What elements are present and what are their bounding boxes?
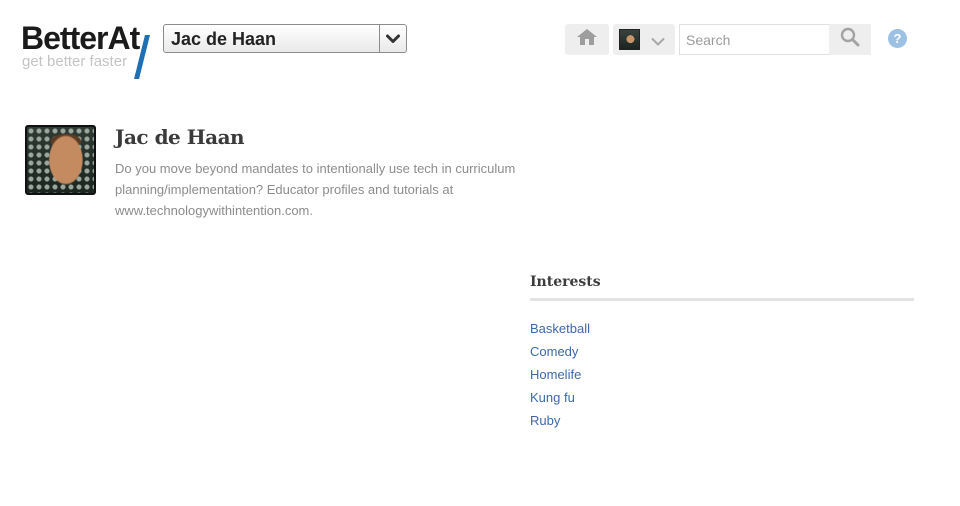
home-icon	[576, 28, 598, 51]
logo[interactable]: BetterAt get better faster	[21, 18, 161, 79]
search-icon	[840, 27, 860, 52]
search-button[interactable]	[829, 24, 871, 55]
interests-divider	[530, 298, 914, 301]
home-button[interactable]	[565, 24, 609, 55]
interest-link[interactable]: Basketball	[530, 317, 590, 340]
search-box	[679, 24, 830, 55]
chevron-down-icon	[651, 34, 665, 52]
avatar	[619, 29, 640, 50]
logo-tagline: get better faster	[22, 53, 128, 70]
interests-list: Basketball Comedy Homelife Kung fu Ruby	[530, 317, 590, 432]
search-input[interactable]	[686, 30, 824, 50]
profile-name: Jac de Haan	[115, 125, 245, 149]
interest-link[interactable]: Ruby	[530, 409, 590, 432]
logo-text: BetterAt	[21, 20, 140, 56]
interest-link[interactable]: Kung fu	[530, 386, 590, 409]
chevron-down-icon[interactable]	[379, 25, 406, 52]
account-menu-button[interactable]	[613, 24, 675, 55]
interest-link[interactable]: Homelife	[530, 363, 590, 386]
profile-avatar	[25, 125, 96, 195]
user-select-dropdown[interactable]: Jac de Haan	[163, 24, 407, 53]
profile-bio: Do you move beyond mandates to intention…	[115, 161, 516, 218]
interests-heading: Interests	[530, 274, 601, 290]
help-icon[interactable]: ?	[888, 29, 907, 48]
interest-link[interactable]: Comedy	[530, 340, 590, 363]
user-select-value: Jac de Haan	[171, 29, 277, 49]
